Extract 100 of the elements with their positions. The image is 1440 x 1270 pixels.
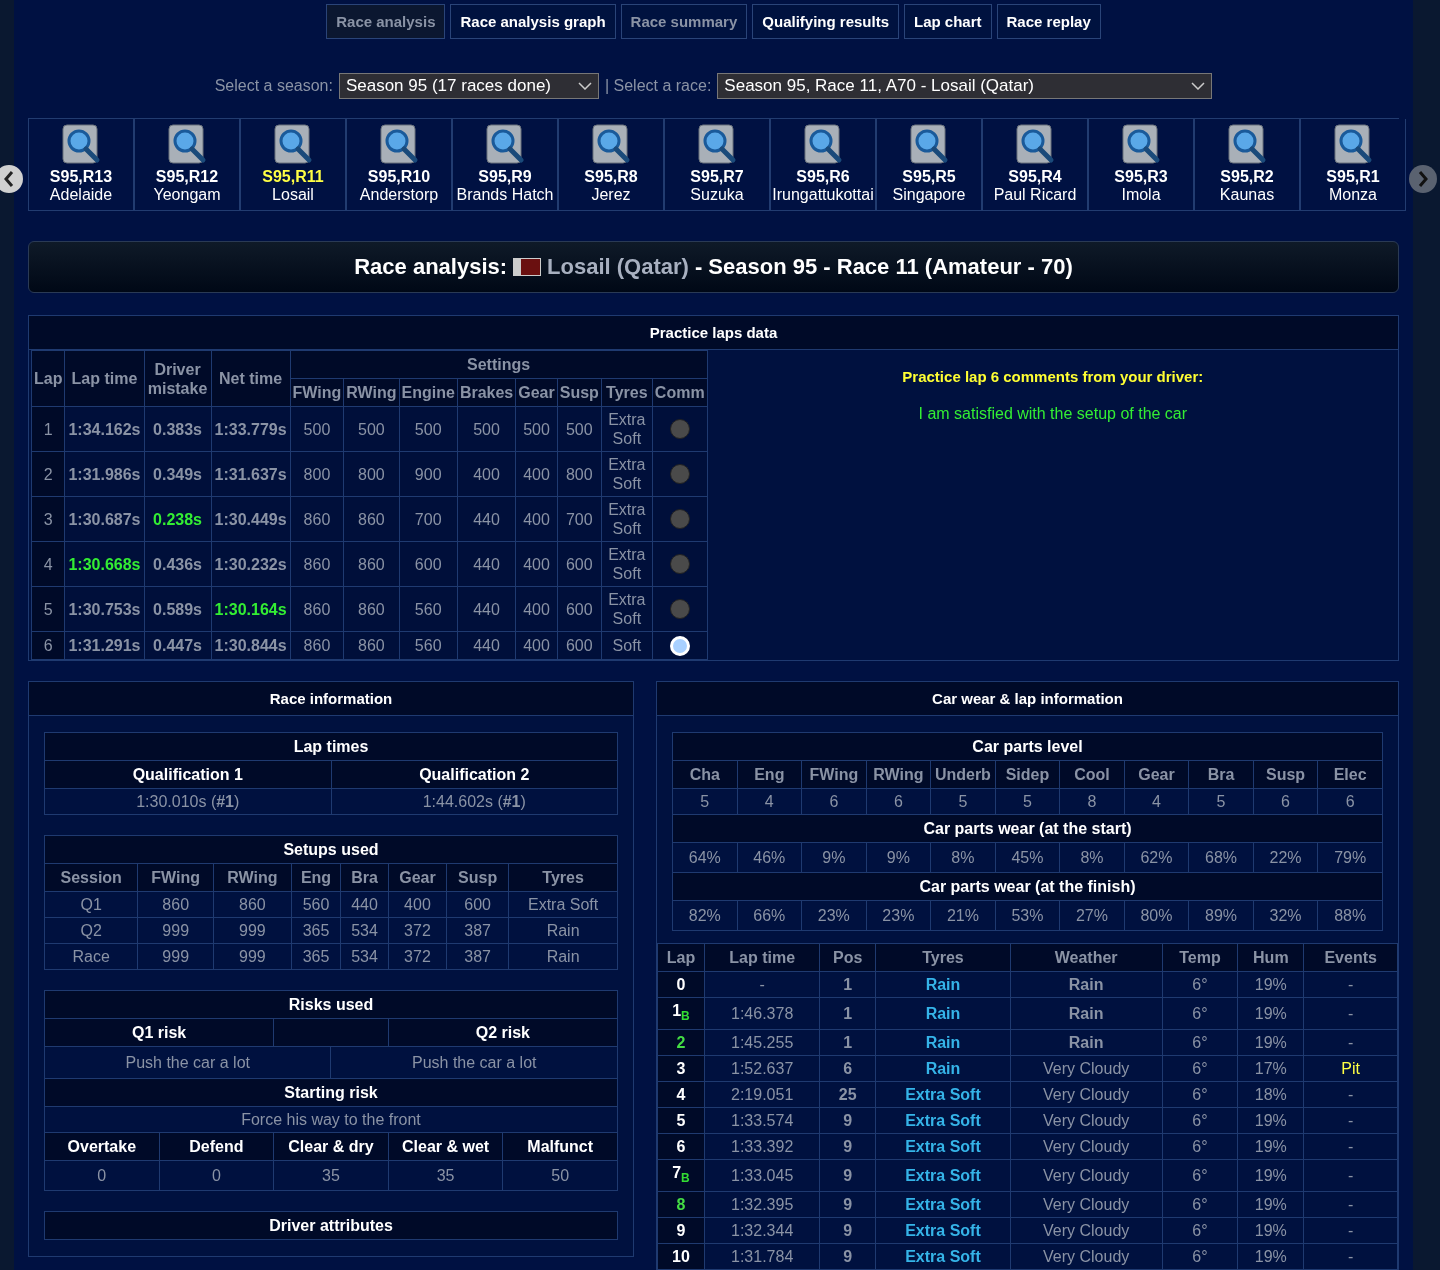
race-name: Irungattukottai bbox=[772, 186, 874, 204]
table-cell: 400 bbox=[515, 496, 558, 542]
race-tile[interactable]: S95,R11 Losail bbox=[240, 119, 346, 211]
table-cell: 500 bbox=[457, 406, 516, 452]
table-cell: 82% bbox=[672, 900, 738, 931]
previous-icon[interactable] bbox=[0, 164, 24, 194]
select-field[interactable]: Season 95, Race 11, A70 - Losail (Qatar) bbox=[717, 73, 1213, 99]
table-cell: 21% bbox=[930, 900, 996, 931]
nav-tab[interactable]: Race analysis bbox=[326, 4, 446, 39]
table-cell: 600 bbox=[557, 586, 602, 632]
table-cell: Very Cloudy bbox=[1010, 1191, 1163, 1218]
table-cell: Extra Soft bbox=[875, 1133, 1011, 1160]
nav-tab[interactable]: Race summary bbox=[620, 4, 748, 39]
table-cell: 6° bbox=[1162, 1029, 1238, 1056]
table-cell: 440 bbox=[457, 586, 516, 632]
radio-button[interactable] bbox=[669, 599, 690, 620]
page-title: Race analysis: bbox=[354, 254, 508, 280]
column-header: Susp bbox=[446, 863, 509, 892]
race-tile[interactable]: S95,R5 Singapore bbox=[876, 119, 982, 211]
column-header: Bra bbox=[1188, 760, 1254, 789]
table-cell: 27% bbox=[1059, 900, 1125, 931]
table-cell: 1:33.779s bbox=[211, 406, 291, 452]
nav-tab[interactable]: Race analysis graph bbox=[450, 4, 616, 39]
table-cell: 365 bbox=[291, 943, 341, 970]
race-tile[interactable]: S95,R4 Paul Ricard bbox=[982, 119, 1088, 211]
column-header: Lap time bbox=[704, 943, 820, 972]
race-tile[interactable]: S95,R7 Suzuka bbox=[664, 119, 770, 211]
race-tile[interactable]: S95,R10 Anderstorp bbox=[346, 119, 452, 211]
race-tile[interactable]: S95,R1 Monza bbox=[1300, 119, 1406, 211]
radio-button[interactable] bbox=[669, 419, 690, 440]
race-code: S95,R4 bbox=[1008, 168, 1062, 186]
column-header: Cha bbox=[672, 760, 738, 789]
table-cell: 9 bbox=[819, 1107, 876, 1134]
column-header: Temp bbox=[1162, 943, 1238, 972]
table-cell: 999 bbox=[213, 917, 292, 944]
table-cell: 387 bbox=[446, 943, 509, 970]
table-cell: 1:52.637 bbox=[704, 1055, 820, 1082]
column-header: Weather bbox=[1010, 943, 1163, 972]
table-cell: Extra Soft bbox=[601, 541, 653, 587]
race-tile[interactable]: S95,R6 Irungattukottai bbox=[770, 119, 876, 211]
table-cell: 1:32.344 bbox=[704, 1217, 820, 1244]
column-header: Tyres bbox=[508, 863, 618, 892]
table-cell: 1:30.449s bbox=[211, 496, 291, 542]
nav-tab[interactable]: Race replay bbox=[996, 4, 1101, 39]
nav-tab[interactable]: Qualifying results bbox=[752, 4, 899, 39]
table-cell: 9 bbox=[819, 1133, 876, 1160]
table-cell: 8% bbox=[930, 842, 996, 873]
column-header: Lap bbox=[31, 350, 65, 407]
table-cell: Extra Soft bbox=[875, 1217, 1011, 1244]
race-tile[interactable]: S95,R12 Yeongam bbox=[134, 119, 240, 211]
table-cell: 860 bbox=[137, 891, 214, 918]
next-icon[interactable] bbox=[1409, 164, 1437, 194]
race-code: S95,R10 bbox=[367, 168, 431, 186]
table-cell: Extra Soft bbox=[875, 1159, 1011, 1192]
race-name: Imola bbox=[1121, 186, 1161, 204]
table-cell: 372 bbox=[388, 917, 447, 944]
race-tile[interactable]: S95,R3 Imola bbox=[1088, 119, 1194, 211]
race-tile[interactable]: S95,R8 Jerez bbox=[558, 119, 664, 211]
table-cell: 32% bbox=[1253, 900, 1318, 931]
select-field[interactable]: Season 95 (17 races done) bbox=[338, 73, 599, 99]
table-cell: Extra Soft bbox=[875, 1191, 1011, 1218]
table-cell: 1 bbox=[819, 997, 876, 1030]
race-tile[interactable]: S95,R13 Adelaide bbox=[28, 119, 134, 211]
panel-title: Practice laps data bbox=[29, 316, 1398, 350]
radio-button[interactable] bbox=[669, 464, 690, 485]
select-label: | Select a race: bbox=[604, 77, 712, 95]
race-code: S95,R3 bbox=[1114, 168, 1168, 186]
race-code: S95,R6 bbox=[796, 168, 850, 186]
table-cell: 5 bbox=[672, 788, 738, 815]
table-cell: 400 bbox=[457, 451, 516, 497]
column-header: Engine bbox=[399, 378, 458, 407]
lap-number: 7$_{B}$ bbox=[657, 1159, 705, 1192]
table-cell: 1:30.687s bbox=[64, 496, 144, 542]
radio-button[interactable] bbox=[669, 509, 690, 530]
table-cell: 999 bbox=[137, 917, 214, 944]
table-cell: 6° bbox=[1162, 1133, 1238, 1160]
table-cell: Rain bbox=[875, 971, 1011, 998]
table-cell: 500 bbox=[515, 406, 558, 452]
table-cell: 0.447s bbox=[144, 631, 211, 660]
race-name: Paul Ricard bbox=[993, 186, 1077, 204]
table-cell: 1:30.010s (#1) bbox=[44, 788, 331, 815]
table-cell: 440 bbox=[457, 541, 516, 587]
race-code: S95,R5 bbox=[902, 168, 956, 186]
table-cell: 1:31.637s bbox=[211, 451, 291, 497]
table-cell: 25 bbox=[819, 1081, 876, 1108]
race-tile[interactable]: S95,R2 Kaunas bbox=[1194, 119, 1300, 211]
table-cell: 8 bbox=[1059, 788, 1125, 815]
column-header: RWing bbox=[213, 863, 292, 892]
nav-tab[interactable]: Lap chart bbox=[904, 4, 992, 39]
column-header: RWing bbox=[866, 760, 931, 789]
race-tile[interactable]: S95,R9 Brands Hatch bbox=[452, 119, 558, 211]
table-cell: Rain bbox=[1010, 997, 1163, 1030]
race-name: Adelaide bbox=[49, 186, 113, 204]
table-cell: - bbox=[1303, 997, 1398, 1030]
table-cell: 440 bbox=[457, 631, 516, 660]
radio-button[interactable] bbox=[669, 554, 690, 575]
table-cell: 1:34.162s bbox=[64, 406, 144, 452]
table-cell: 1:30.232s bbox=[211, 541, 291, 587]
table-cell: 2 bbox=[31, 451, 65, 497]
table-cell: Extra Soft bbox=[601, 586, 653, 632]
